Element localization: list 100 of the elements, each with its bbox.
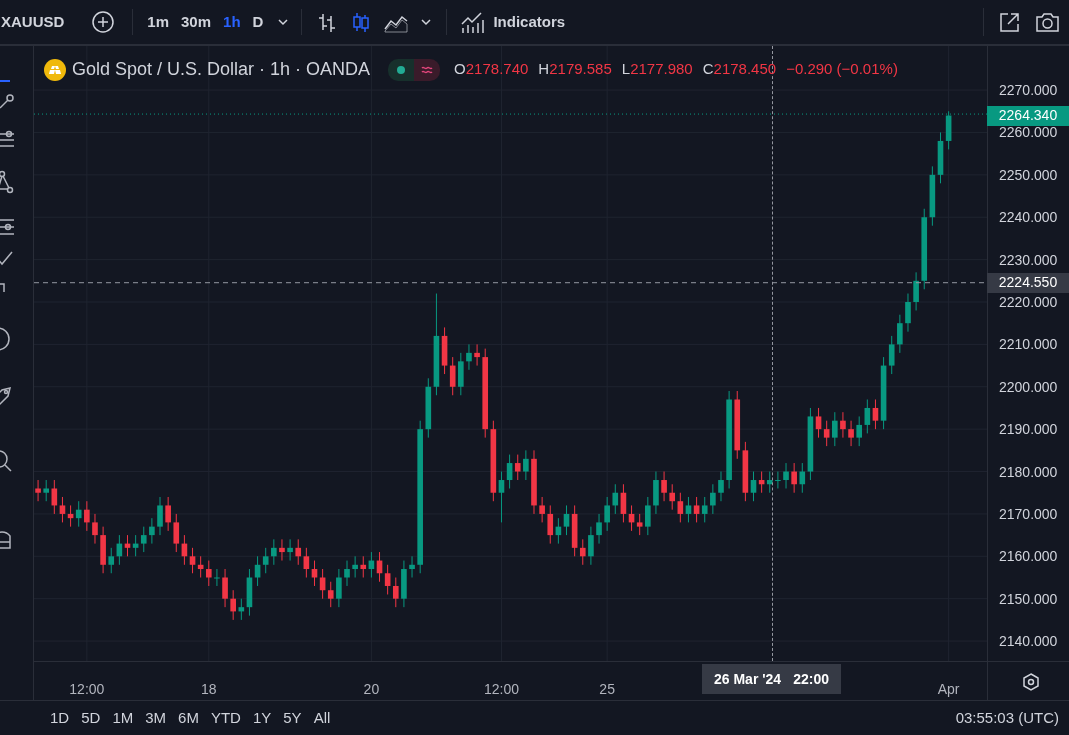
candlestick: [791, 462, 797, 494]
candlestick: [401, 560, 407, 608]
candlestick: [352, 555, 358, 578]
camera-icon[interactable]: [1035, 10, 1061, 34]
wave-icon: [414, 58, 441, 81]
price-label: 2140.000: [999, 633, 1058, 650]
candlestick: [344, 560, 350, 587]
candlestick: [653, 471, 659, 515]
price-label: 2160.000: [999, 548, 1058, 565]
candlestick: [783, 462, 789, 489]
candlestick: [718, 471, 724, 502]
time-label: 25: [598, 681, 616, 697]
candlestick: [157, 496, 163, 536]
candlestick: [165, 496, 171, 532]
price-change: −0.290 (−0.01%): [786, 59, 898, 80]
interval-button[interactable]: 1m: [141, 10, 176, 34]
indicators-button[interactable]: Indicators: [461, 10, 566, 34]
candlestick: [458, 352, 464, 396]
price-label: 2180.000: [999, 463, 1058, 480]
candlestick: [840, 411, 846, 439]
candlestick: [775, 471, 781, 489]
candlestick: [35, 479, 41, 502]
candlestick: [661, 471, 667, 502]
candlestick: [596, 513, 602, 545]
candlestick: [856, 415, 862, 447]
candlestick: [913, 271, 919, 311]
candlestick: [279, 538, 285, 562]
add-icon[interactable]: [92, 11, 115, 33]
chevron-down-icon[interactable]: [420, 17, 433, 27]
symbol-name[interactable]: XAUUSD: [1, 10, 65, 34]
interval-button[interactable]: 30m: [175, 10, 218, 34]
range-button[interactable]: 1Y: [252, 706, 272, 730]
bar-chart-icon: [461, 10, 486, 34]
price-label: 2150.000: [999, 590, 1058, 607]
candlestick: [214, 568, 220, 587]
time-label: 12:00: [482, 681, 520, 697]
candlestick: [539, 496, 545, 523]
ingots-logo-icon: [44, 58, 66, 81]
price-label: 2240.000: [999, 209, 1058, 226]
candlestick: [466, 343, 472, 371]
ohlc-label: O: [454, 60, 466, 78]
range-button[interactable]: 1D: [50, 706, 70, 730]
range-button[interactable]: 5D: [81, 706, 101, 730]
ohlc-value: 2179.585: [549, 60, 612, 78]
candlestick: [92, 513, 98, 545]
price-label: 2270.000: [999, 82, 1058, 99]
candlestick: [897, 314, 903, 354]
ohlc-label: H: [538, 60, 550, 78]
time-label: 18: [200, 681, 218, 697]
price-label: 2250.000: [999, 166, 1058, 183]
candlestick: [832, 411, 838, 447]
minus-icon: [0, 80, 10, 82]
candlestick: [230, 589, 236, 621]
price-label: 2260.000: [999, 124, 1058, 141]
candlestick: [84, 500, 90, 532]
candlestick: [531, 449, 537, 515]
candlestick: [523, 449, 529, 481]
crosshair-price-badge: 2224.550: [987, 272, 1069, 293]
candlestick: [669, 483, 675, 511]
settings-icon[interactable]: [1022, 673, 1040, 691]
price-label: 2190.000: [999, 421, 1058, 438]
candlestick: [149, 517, 155, 545]
crosshair-date: 26 Mar '24: [714, 669, 782, 689]
interval-button[interactable]: D: [246, 10, 270, 34]
clock: 03:55:03 (UTC): [955, 707, 1059, 728]
range-button[interactable]: 3M: [145, 706, 167, 730]
range-button[interactable]: 5Y: [283, 706, 302, 730]
candlestick: [409, 555, 415, 578]
chevron-down-icon[interactable]: [277, 17, 290, 27]
range-button[interactable]: All: [313, 706, 331, 730]
interval-button[interactable]: 1h: [217, 10, 247, 34]
candlestick: [710, 483, 716, 515]
time-label: Apr: [936, 681, 961, 697]
price-label: 2170.000: [999, 505, 1058, 522]
legend-title: Gold Spot / U.S. Dollar · 1h · OANDA: [72, 58, 371, 81]
candlestick: [474, 343, 480, 367]
price-label: 2200.000: [999, 378, 1058, 395]
ohlc-label: C: [702, 60, 714, 78]
candlestick: [271, 538, 277, 566]
candlestick: [43, 479, 49, 502]
candlestick: [604, 496, 610, 532]
time-label: 20: [362, 681, 381, 697]
candlestick: [100, 526, 106, 574]
candlestick: [588, 526, 594, 566]
price-label: 2220.000: [999, 294, 1058, 310]
external-link-icon[interactable]: [998, 10, 1021, 34]
price-label: 2230.000: [999, 251, 1058, 268]
range-button[interactable]: 6M: [178, 706, 199, 730]
candlestick: [645, 496, 651, 536]
range-button[interactable]: 1M: [112, 706, 134, 730]
price-label: 2210.000: [999, 336, 1058, 353]
ohlc-value: 2178.740: [465, 60, 529, 78]
candlestick: [222, 568, 228, 608]
range-button[interactable]: YTD: [210, 706, 241, 730]
candlestick: [287, 538, 293, 562]
last-price-badge: 2264.340: [987, 105, 1069, 126]
ohlc-label: L: [621, 60, 631, 78]
candlestick: [336, 568, 342, 608]
ohlc-value: 2177.980: [630, 60, 693, 78]
ohlc-value: 2178.450: [713, 60, 777, 78]
